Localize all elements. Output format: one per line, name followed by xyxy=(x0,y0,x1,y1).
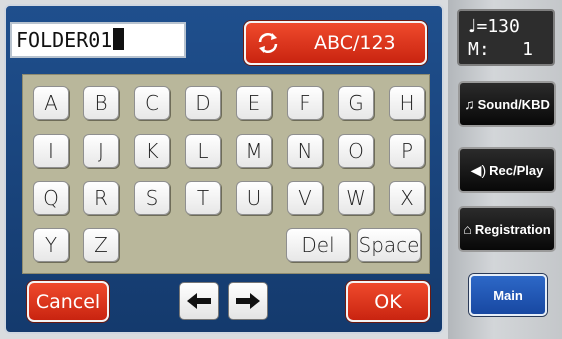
key-e[interactable]: E xyxy=(236,86,272,120)
key-s[interactable]: S xyxy=(134,181,170,215)
key-u[interactable]: U xyxy=(236,181,272,215)
key-r[interactable]: R xyxy=(83,181,119,215)
name-input[interactable]: FOLDER01 xyxy=(10,22,186,58)
key-t[interactable]: T xyxy=(185,181,221,215)
main-button[interactable]: Main xyxy=(469,274,547,316)
character-keyboard: A B C D E F G H I J K L M N O P Q R S T U V W X Y Z Del Space xyxy=(22,74,430,274)
key-n[interactable]: N xyxy=(287,134,323,168)
key-v[interactable]: V xyxy=(287,181,323,215)
cursor-left-button[interactable] xyxy=(179,282,219,320)
key-h[interactable]: H xyxy=(389,86,425,120)
arrow-left-icon xyxy=(187,293,211,309)
text-cursor xyxy=(113,28,125,50)
cycle-arrows-icon xyxy=(258,33,278,53)
name-input-value: FOLDER01 xyxy=(16,28,113,52)
key-b[interactable]: B xyxy=(83,86,119,120)
tempo-display: ♩=130 M: 1 xyxy=(457,9,555,66)
key-g[interactable]: G xyxy=(338,86,374,120)
rec-play-button[interactable]: ◀) Rec/Play xyxy=(458,147,556,193)
delete-key[interactable]: Del xyxy=(286,228,350,262)
cancel-button[interactable]: Cancel xyxy=(27,281,109,322)
key-f[interactable]: F xyxy=(287,86,323,120)
abc-123-label: ABC/123 xyxy=(314,32,396,54)
key-w[interactable]: W xyxy=(338,181,374,215)
registration-button[interactable]: ⌂ Registration xyxy=(458,206,556,252)
quarter-note-icon: ♩ xyxy=(468,16,477,37)
key-m[interactable]: M xyxy=(236,134,272,168)
key-i[interactable]: I xyxy=(33,134,69,168)
sound-kbd-label: Sound/KBD xyxy=(477,96,550,112)
key-a[interactable]: A xyxy=(33,86,69,120)
speaker-icon: ◀) xyxy=(470,161,487,178)
key-z[interactable]: Z xyxy=(83,228,119,262)
cursor-right-button[interactable] xyxy=(228,282,268,320)
space-key[interactable]: Space xyxy=(357,228,421,262)
measure-readout: M: 1 xyxy=(468,39,534,60)
tempo-readout: ♩=130 xyxy=(468,16,520,37)
key-j[interactable]: J xyxy=(83,134,119,168)
ok-button[interactable]: OK xyxy=(346,281,430,322)
abc-123-toggle-button[interactable]: ABC/123 xyxy=(244,21,427,65)
key-k[interactable]: K xyxy=(134,134,170,168)
registration-label: Registration xyxy=(474,221,551,237)
rec-play-label: Rec/Play xyxy=(489,162,544,178)
key-q[interactable]: Q xyxy=(33,181,69,215)
key-c[interactable]: C xyxy=(134,86,170,120)
arrow-right-icon xyxy=(236,293,260,309)
music-note-icon: ♫ xyxy=(464,96,475,112)
key-d[interactable]: D xyxy=(185,86,221,120)
key-x[interactable]: X xyxy=(389,181,425,215)
book-icon: ⌂ xyxy=(463,221,472,237)
key-y[interactable]: Y xyxy=(33,228,69,262)
key-l[interactable]: L xyxy=(185,134,221,168)
tempo-value: =130 xyxy=(476,16,520,37)
key-p[interactable]: P xyxy=(389,134,425,168)
key-o[interactable]: O xyxy=(338,134,374,168)
sound-kbd-button[interactable]: ♫ Sound/KBD xyxy=(458,81,556,127)
